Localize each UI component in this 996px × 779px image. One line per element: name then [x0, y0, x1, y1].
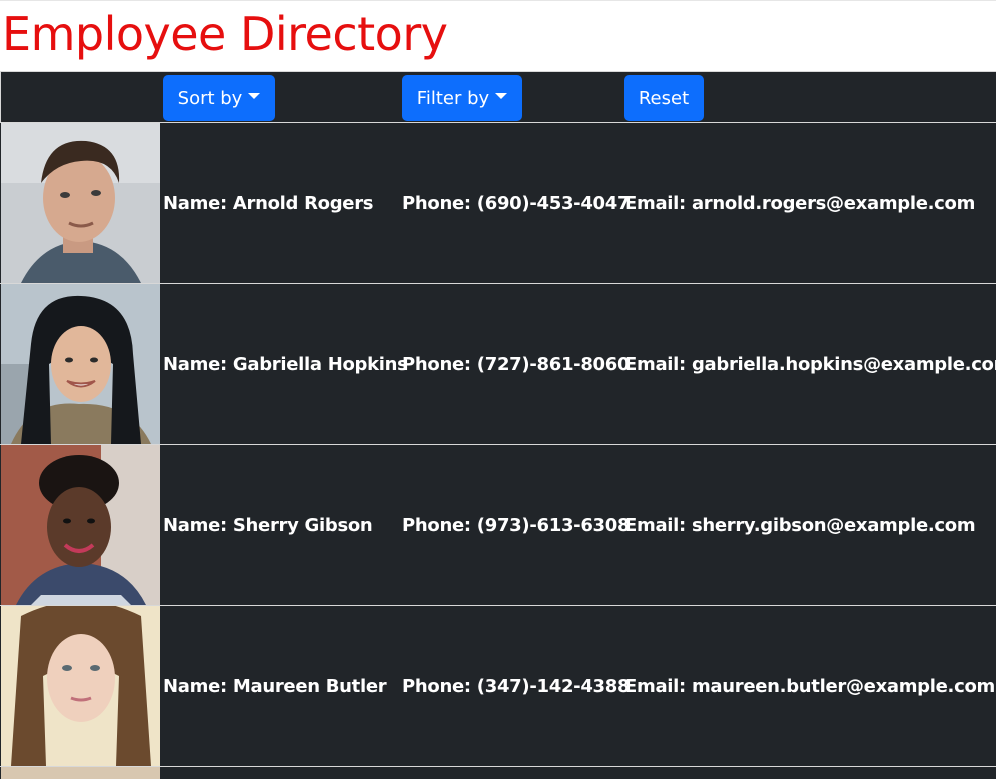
reset-button[interactable]: Reset	[624, 75, 704, 121]
name-label: Name:	[163, 192, 227, 214]
employee-email: sherry.gibson@example.com	[691, 514, 976, 536]
employee-phone: (690)-453-4047	[476, 192, 630, 214]
employee-photo	[1, 284, 160, 444]
employee-phone: (347)-142-4388	[476, 675, 630, 697]
filter-by-button[interactable]: Filter by	[402, 75, 522, 121]
table-row: Name: Gabriella Hopkins Phone: (727)-861…	[0, 284, 996, 445]
employee-name: Sherry Gibson	[232, 514, 373, 536]
employee-email: arnold.rogers@example.com	[691, 192, 976, 214]
employee-email: gabriella.hopkins@example.com	[691, 353, 996, 375]
employee-email: maureen.butler@example.com	[691, 675, 995, 697]
table-header: Sort by Filter by Reset	[0, 71, 996, 123]
caret-down-icon	[495, 93, 508, 99]
employee-email-cell: Email: sherry.gibson@example.com	[625, 445, 976, 605]
table-row: Name: Sherry Gibson Phone: (973)-613-630…	[0, 445, 996, 606]
employee-name-cell: Name: Gabriella Hopkins	[163, 284, 408, 444]
name-label: Name:	[163, 353, 227, 375]
employee-email-cell: Email: gabriella.hopkins@example.com	[625, 284, 996, 444]
filter-by-label: Filter by	[416, 87, 490, 109]
phone-label: Phone:	[402, 675, 471, 697]
employee-email-cell: Email: maureen.butler@example.com	[625, 606, 995, 766]
sort-by-label: Sort by	[177, 87, 243, 109]
table-row: Name: Maureen Butler Phone: (347)-142-43…	[0, 606, 996, 767]
employee-phone-cell: Phone: (727)-861-8060	[402, 284, 630, 444]
table-row: Name: Arnold Rogers Phone: (690)-453-404…	[0, 123, 996, 284]
name-label: Name:	[163, 514, 227, 536]
email-label: Email:	[625, 514, 686, 536]
sort-by-button[interactable]: Sort by	[163, 75, 275, 121]
name-label: Name:	[163, 675, 227, 697]
employee-phone-cell: Phone: (690)-453-4047	[402, 123, 630, 283]
employee-name: Arnold Rogers	[232, 192, 374, 214]
employee-name-cell: Name: Maureen Butler	[163, 606, 387, 766]
phone-label: Phone:	[402, 353, 471, 375]
email-label: Email:	[625, 192, 686, 214]
employee-photo	[1, 606, 160, 766]
employee-name: Gabriella Hopkins	[232, 353, 408, 375]
email-label: Email:	[625, 675, 686, 697]
page-title: Employee Directory	[2, 7, 448, 61]
employee-photo	[1, 767, 160, 779]
phone-label: Phone:	[402, 192, 471, 214]
employee-phone: (727)-861-8060	[476, 353, 630, 375]
employee-phone-cell: Phone: (347)-142-4388	[402, 606, 630, 766]
employee-photo	[1, 123, 160, 283]
employee-name-cell: Name: Sherry Gibson	[163, 445, 373, 605]
phone-label: Phone:	[402, 514, 471, 536]
email-label: Email:	[625, 353, 686, 375]
employee-phone-cell: Phone: (973)-613-6308	[402, 445, 630, 605]
employee-email-cell: Email: arnold.rogers@example.com	[625, 123, 975, 283]
employee-phone: (973)-613-6308	[476, 514, 630, 536]
table-row	[0, 767, 996, 779]
top-divider	[0, 0, 996, 1]
employee-photo	[1, 445, 160, 605]
employee-name-cell: Name: Arnold Rogers	[163, 123, 374, 283]
employee-name: Maureen Butler	[232, 675, 387, 697]
caret-down-icon	[248, 93, 261, 99]
